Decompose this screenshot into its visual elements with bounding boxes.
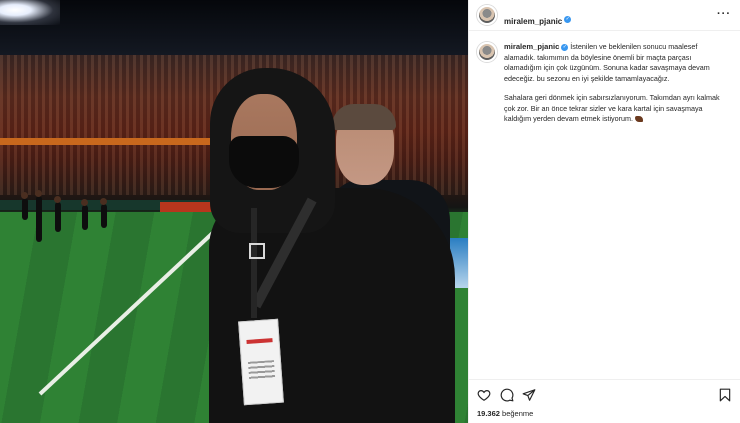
heart-icon[interactable] <box>477 388 491 402</box>
stands-banner <box>0 138 210 145</box>
post-header: miralem_pjanic ✓ ··· <box>469 0 740 31</box>
comment-icon[interactable] <box>500 388 514 402</box>
post-actions <box>469 379 740 409</box>
likes-number: 19.362 <box>477 409 500 418</box>
post-photo[interactable] <box>0 0 468 423</box>
instagram-post: miralem_pjanic ✓ ··· miralem_pjanic ✓ İste… <box>0 0 740 423</box>
post-caption: miralem_pjanic ✓ İstenilen ve beklenilen … <box>477 42 733 125</box>
background-player <box>100 198 107 228</box>
post-side-panel: miralem_pjanic ✓ ··· miralem_pjanic ✓ İste… <box>468 0 740 423</box>
header-username[interactable]: miralem_pjanic <box>504 17 562 26</box>
caption-username[interactable]: miralem_pjanic <box>504 42 559 51</box>
bookmark-icon[interactable] <box>718 388 732 402</box>
header-username-row: miralem_pjanic ✓ <box>504 11 572 29</box>
caption-text: miralem_pjanic ✓ İstenilen ve beklenilen … <box>504 42 730 125</box>
background-player <box>21 192 28 220</box>
caption-avatar[interactable] <box>477 42 497 62</box>
more-options-icon[interactable]: ··· <box>717 8 731 20</box>
person-foreground <box>205 68 455 423</box>
verified-badge-icon: ✓ <box>561 43 569 51</box>
caption-paragraph-2: Sahalara geri dönmek için sabırsızlanıyo… <box>504 93 720 123</box>
hoodie-logo <box>249 243 265 259</box>
background-player <box>35 190 42 242</box>
verified-badge-icon: ✓ <box>564 16 572 24</box>
eagle-emoji-icon <box>635 116 644 123</box>
background-player <box>81 199 88 230</box>
accreditation-badge <box>238 318 284 406</box>
paper-plane-icon[interactable] <box>522 388 536 402</box>
stadium-roof <box>0 0 468 60</box>
face-mask <box>229 136 299 188</box>
likes-count[interactable]: 19.362 beğenme <box>477 409 533 418</box>
background-player <box>54 196 61 232</box>
hoodie-string <box>251 208 257 318</box>
avatar[interactable] <box>477 5 497 25</box>
likes-label: beğenme <box>502 409 534 418</box>
